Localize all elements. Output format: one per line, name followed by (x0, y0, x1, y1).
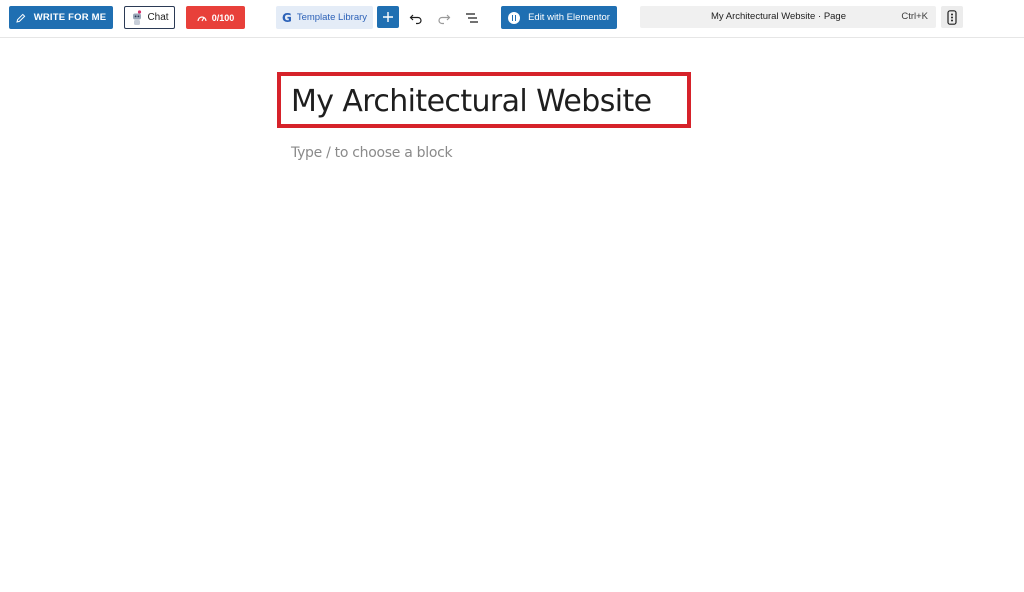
list-view-icon (466, 13, 478, 23)
options-button[interactable] (941, 6, 963, 28)
command-shortcut: Ctrl+K (901, 11, 928, 22)
document-type: Page (823, 11, 846, 22)
pencil-icon (16, 13, 26, 23)
template-library-label: Template Library (296, 12, 368, 23)
block-placeholder[interactable]: Type / to choose a block (291, 145, 453, 161)
document-title-display: My Architectural Website · Page (710, 11, 846, 22)
redo-button[interactable] (434, 8, 454, 28)
post-title[interactable]: My Architectural Website (291, 82, 652, 122)
editor-toolbar: WRITE FOR ME Chat 0/100 G Template Libra… (0, 0, 1024, 38)
chat-label: Chat (147, 12, 169, 23)
gauge-icon (197, 15, 207, 21)
write-for-me-label: WRITE FOR ME (33, 12, 107, 23)
undo-icon (409, 14, 422, 25)
seo-score-label: 0/100 (211, 12, 235, 23)
add-block-button[interactable] (377, 6, 399, 28)
undo-button[interactable] (406, 8, 426, 28)
elementor-logo-icon (508, 11, 521, 24)
chat-button[interactable]: Chat (124, 6, 175, 29)
redo-icon (438, 14, 451, 25)
template-library-logo-icon: G (281, 10, 292, 25)
plus-icon (383, 12, 393, 22)
more-vertical-icon (947, 9, 957, 25)
robot-icon (133, 9, 142, 25)
edit-with-elementor-button[interactable]: Edit with Elementor (501, 6, 617, 29)
edit-with-elementor-label: Edit with Elementor (528, 12, 610, 23)
command-palette-bar[interactable]: My Architectural Website · Page Ctrl+K (640, 6, 936, 28)
write-for-me-button[interactable]: WRITE FOR ME (9, 6, 113, 29)
template-library-button[interactable]: G Template Library (276, 6, 373, 29)
seo-score-button[interactable]: 0/100 (186, 6, 245, 29)
document-title: My Architectural Website (710, 11, 816, 22)
list-view-button[interactable] (462, 8, 482, 28)
